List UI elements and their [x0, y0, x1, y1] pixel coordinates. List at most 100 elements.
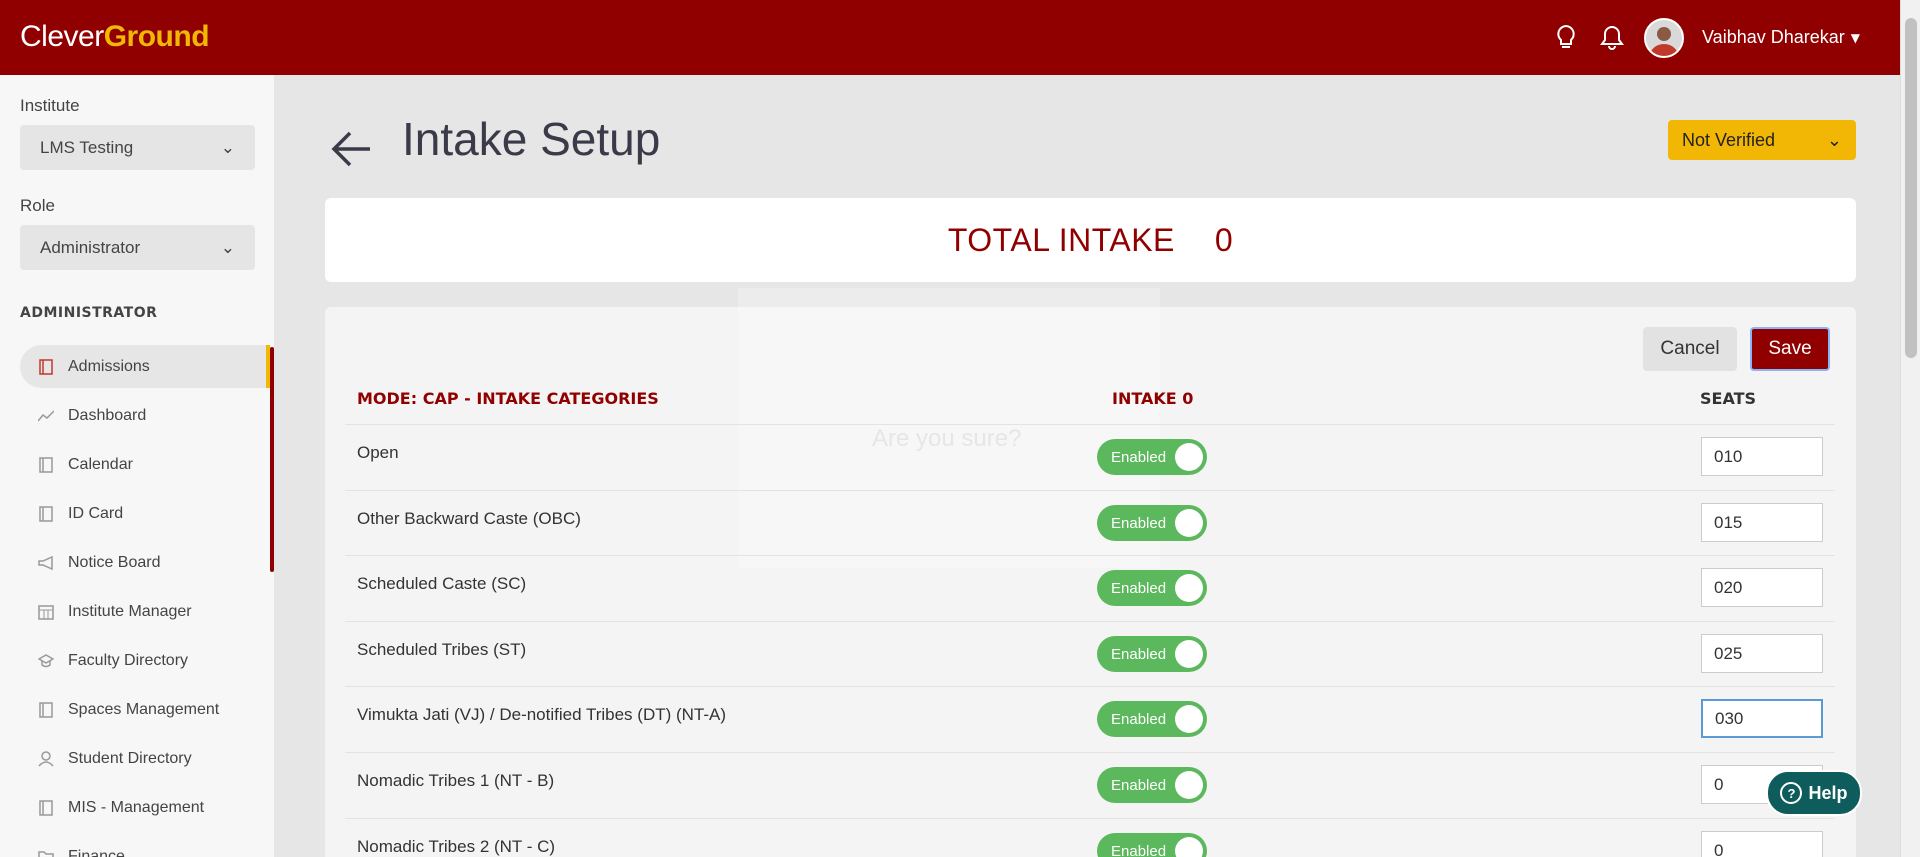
top-bar: CleverGround Vaibhav Dharekar ▼	[0, 0, 1900, 75]
category-toggle[interactable]: Enabled	[1097, 439, 1207, 475]
column-header-mode: MODE: CAP - INTAKE CATEGORIES	[357, 389, 659, 408]
sidebar-item-calendar[interactable]: Calendar	[20, 443, 270, 486]
sidebar-item-label: Admissions	[68, 357, 150, 375]
institute-select-value: LMS Testing	[40, 137, 134, 157]
sidebar-item-finance[interactable]: Finance	[20, 835, 270, 857]
sidebar-item-label: MIS - Management	[68, 798, 205, 816]
book-icon	[38, 701, 54, 718]
table-row: Nomadic Tribes 1 (NT - B) Enabled	[345, 752, 1835, 817]
table-row: Scheduled Tribes (ST) Enabled	[345, 621, 1835, 686]
page-title: Intake Setup	[402, 113, 661, 165]
sidebar-menu: Admissions Dashboard Calendar ID Card No…	[20, 345, 270, 857]
avatar[interactable]	[1644, 17, 1685, 58]
help-label: Help	[1808, 782, 1848, 803]
cancel-button[interactable]: Cancel	[1643, 327, 1737, 371]
verification-status-dropdown[interactable]: Not Verified ⌄	[1668, 120, 1856, 160]
seats-input[interactable]	[1701, 503, 1823, 542]
chart-line-icon	[38, 408, 54, 424]
calendar-grid-icon	[38, 604, 54, 620]
sidebar-item-label: Finance	[68, 847, 125, 857]
role-select[interactable]: Administrator ⌄	[20, 225, 255, 270]
category-name: Open	[357, 443, 399, 462]
bell-icon[interactable]	[1598, 24, 1626, 52]
category-toggle[interactable]: Enabled	[1097, 701, 1207, 737]
megaphone-icon	[38, 555, 54, 571]
caret-down-icon[interactable]: ▼	[1851, 31, 1860, 45]
chevron-down-icon: ⌄	[220, 137, 235, 157]
toggle-label: Enabled	[1111, 645, 1167, 663]
sidebar-item-label: Student Directory	[68, 749, 192, 767]
category-name: Nomadic Tribes 1 (NT - B)	[357, 771, 555, 790]
table-row: Vimukta Jati (VJ) / De-notified Tribes (…	[345, 686, 1835, 751]
sidebar-item-spaces-management[interactable]: Spaces Management	[20, 688, 270, 731]
back-arrow-icon[interactable]	[330, 125, 374, 169]
toggle-knob	[1175, 705, 1203, 733]
book-icon	[38, 799, 54, 816]
seats-input[interactable]	[1701, 831, 1823, 857]
category-name: Scheduled Tribes (ST)	[357, 640, 527, 659]
institute-label: Institute	[20, 96, 80, 115]
category-toggle[interactable]: Enabled	[1097, 570, 1207, 606]
sidebar-item-admissions[interactable]: Admissions	[20, 345, 270, 388]
sidebar-item-label: ID Card	[68, 504, 124, 522]
category-name: Nomadic Tribes 2 (NT - C)	[357, 837, 556, 856]
sidebar-item-notice-board[interactable]: Notice Board	[20, 541, 270, 584]
sidebar-item-faculty-directory[interactable]: Faculty Directory	[20, 639, 270, 682]
table-row: Scheduled Caste (SC) Enabled	[345, 555, 1835, 620]
book-icon	[38, 358, 54, 375]
sidebar-item-dashboard[interactable]: Dashboard	[20, 394, 270, 437]
table-row: Open Enabled	[345, 424, 1835, 489]
category-toggle[interactable]: Enabled	[1097, 636, 1207, 672]
role-select-value: Administrator	[40, 237, 141, 257]
toggle-knob	[1175, 837, 1203, 857]
sidebar: Institute LMS Testing ⌄ Role Administrat…	[0, 75, 274, 857]
table-row: Nomadic Tribes 2 (NT - C) Enabled	[345, 818, 1835, 857]
scrollbar-thumb[interactable]	[1905, 18, 1917, 358]
lightbulb-icon[interactable]	[1552, 24, 1580, 52]
sidebar-section-heading: ADMINISTRATOR	[20, 305, 158, 321]
toggle-knob	[1175, 574, 1203, 602]
sidebar-item-label: Dashboard	[68, 406, 147, 424]
column-header-intake: INTAKE 0	[1112, 389, 1194, 408]
toggle-knob	[1175, 443, 1203, 471]
verification-status-value: Not Verified	[1682, 129, 1776, 150]
total-intake-card: TOTAL INTAKE 0	[325, 198, 1856, 282]
total-intake-label: TOTAL INTAKE	[947, 221, 1175, 258]
category-name: Scheduled Caste (SC)	[357, 574, 527, 593]
question-icon: ?	[1780, 782, 1803, 804]
sidebar-item-label: Calendar	[68, 455, 133, 473]
user-name[interactable]: Vaibhav Dharekar	[1702, 27, 1845, 48]
app-logo[interactable]: CleverGround	[20, 20, 210, 54]
sidebar-item-label: Institute Manager	[68, 602, 192, 620]
sidebar-item-mis-management[interactable]: MIS - Management	[20, 786, 270, 829]
sidebar-scrollbar[interactable]	[270, 347, 274, 572]
sidebar-item-label: Spaces Management	[68, 700, 220, 718]
folder-icon	[38, 849, 54, 857]
category-name: Other Backward Caste (OBC)	[357, 509, 581, 528]
category-toggle[interactable]: Enabled	[1097, 833, 1207, 857]
sidebar-item-id-card[interactable]: ID Card	[20, 492, 270, 535]
toggle-label: Enabled	[1111, 579, 1167, 597]
save-button[interactable]: Save	[1750, 327, 1830, 371]
seats-input[interactable]	[1701, 568, 1823, 607]
total-intake-value: 0	[1214, 221, 1234, 258]
sidebar-item-institute-manager[interactable]: Institute Manager	[20, 590, 270, 633]
seats-input[interactable]	[1701, 699, 1823, 738]
table-row: Other Backward Caste (OBC) Enabled	[345, 490, 1835, 555]
category-toggle[interactable]: Enabled	[1097, 505, 1207, 541]
role-label: Role	[20, 196, 55, 215]
page-scrollbar[interactable]	[1900, 0, 1920, 857]
column-header-seats: SEATS	[1700, 389, 1757, 408]
graduation-cap-icon	[38, 653, 54, 669]
book-icon	[38, 505, 54, 522]
category-toggle[interactable]: Enabled	[1097, 767, 1207, 803]
seats-input[interactable]	[1701, 634, 1823, 673]
sidebar-item-student-directory[interactable]: Student Directory	[20, 737, 270, 780]
sidebar-item-label: Faculty Directory	[68, 651, 189, 669]
toggle-label: Enabled	[1111, 776, 1167, 794]
toggle-label: Enabled	[1111, 514, 1167, 532]
help-button[interactable]: ? Help	[1766, 770, 1862, 816]
chevron-down-icon: ⌄	[220, 237, 235, 257]
seats-input[interactable]	[1701, 437, 1823, 476]
institute-select[interactable]: LMS Testing ⌄	[20, 125, 255, 170]
